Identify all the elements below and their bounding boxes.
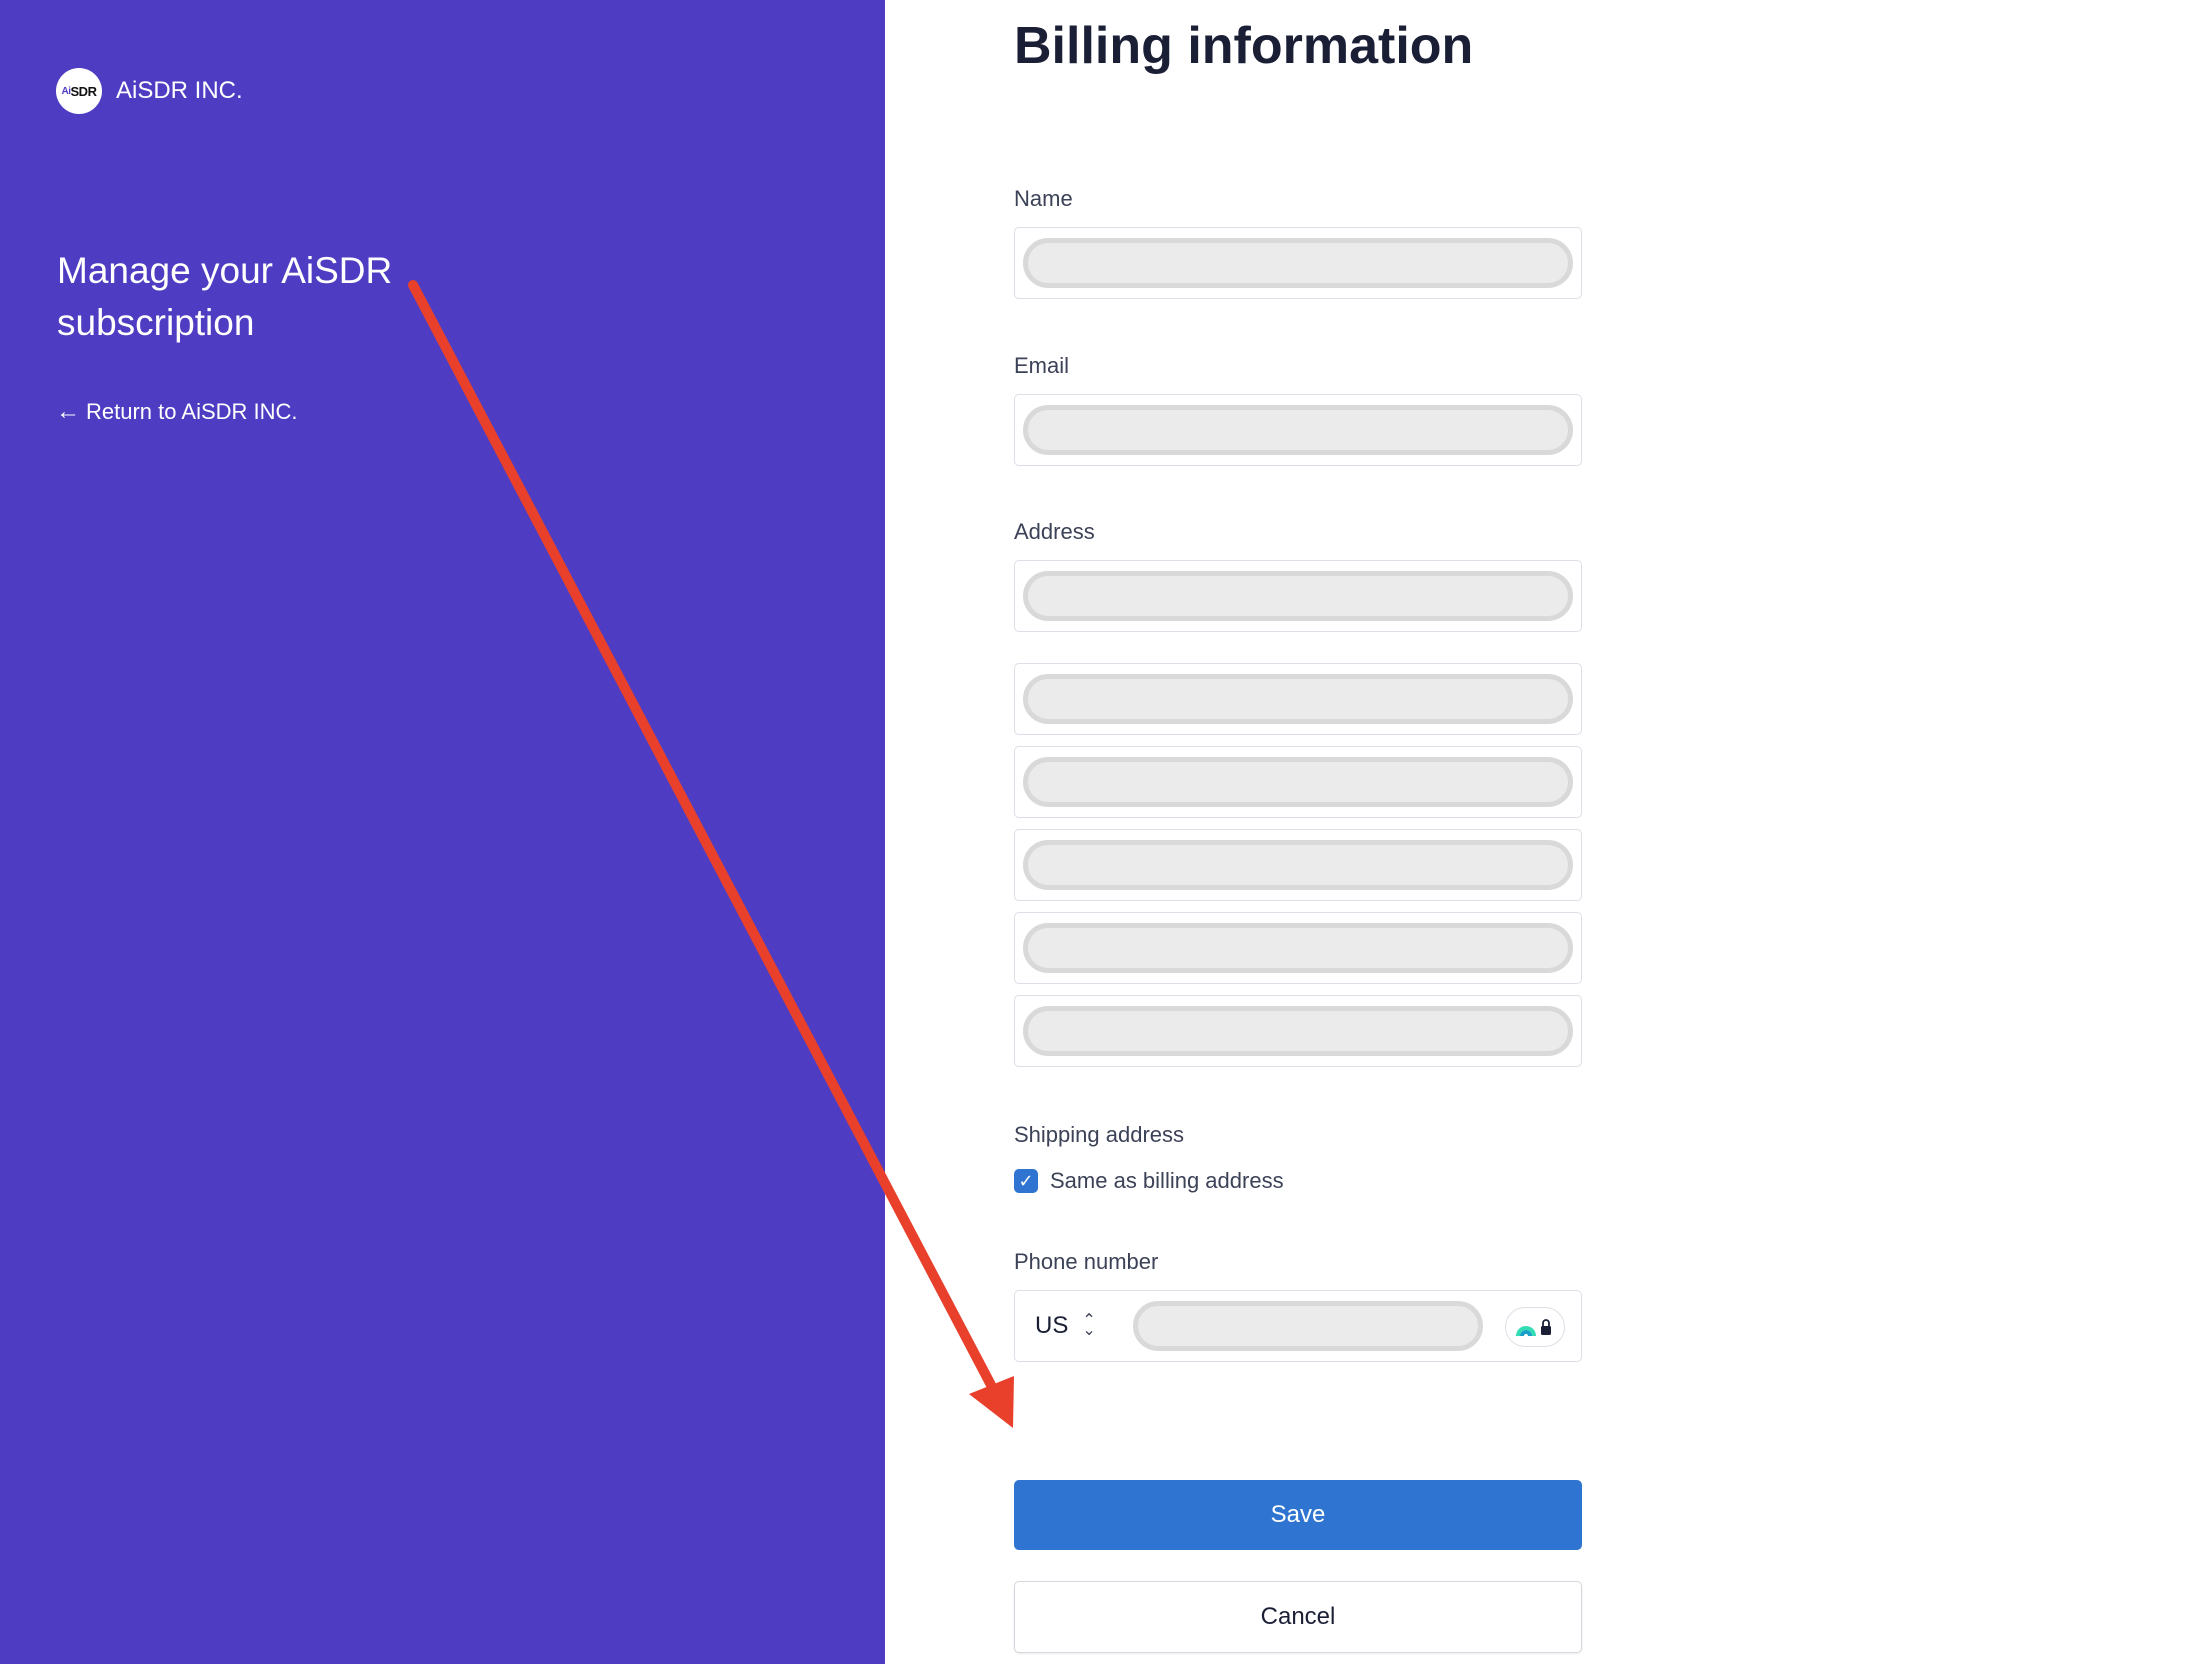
redacted-value (1023, 1006, 1573, 1056)
phone-number-field: US ⌃ ⌄ (1014, 1290, 1582, 1362)
brand: Ai SDR AiSDR INC. (56, 68, 243, 114)
address-postal-code-field[interactable] (1014, 995, 1582, 1067)
save-button[interactable]: Save (1014, 1480, 1582, 1550)
name-field[interactable] (1014, 227, 1582, 299)
arrow-left-icon: ← (56, 398, 80, 425)
redacted-value (1023, 238, 1573, 288)
shipping-address-label: Shipping address (1014, 1122, 1185, 1147)
return-link[interactable]: ← Return to AiSDR INC. (56, 399, 298, 425)
address-line2-field[interactable] (1014, 746, 1582, 818)
redacted-value (1023, 571, 1573, 621)
address-state-field[interactable] (1014, 912, 1582, 984)
brand-logo-ai-text: Ai (61, 85, 72, 97)
sidebar-panel: Ai SDR AiSDR INC. Manage your AiSDR subsc… (0, 0, 885, 1664)
phone-number-input[interactable] (1133, 1301, 1483, 1351)
address-country-field[interactable] (1014, 560, 1582, 632)
brand-name: AiSDR INC. (116, 77, 243, 104)
email-label: Email (1014, 353, 1070, 378)
cancel-button[interactable]: Cancel (1014, 1581, 1582, 1653)
phone-country-value: US (1035, 1312, 1069, 1339)
sidebar-heading: Manage your AiSDR subscription (57, 250, 393, 343)
redacted-value (1023, 757, 1573, 807)
phone-country-select[interactable]: US ⌃ ⌄ (1035, 1291, 1096, 1361)
redacted-value (1023, 923, 1573, 973)
phone-number-label: Phone number (1014, 1249, 1159, 1274)
address-city-field[interactable] (1014, 829, 1582, 901)
same-as-billing-label: Same as billing address (1050, 1168, 1284, 1193)
brand-logo: Ai SDR (56, 68, 102, 114)
checkmark-icon: ✓ (1018, 1170, 1034, 1191)
address-line1-field[interactable] (1014, 663, 1582, 735)
link-autofill-icon (1516, 1319, 1551, 1336)
autofill-lock-badge[interactable] (1505, 1307, 1565, 1347)
brand-logo-sdr-text: SDR (70, 83, 97, 99)
email-field[interactable] (1014, 394, 1582, 466)
return-link-label: Return to AiSDR INC. (86, 399, 298, 424)
name-label: Name (1014, 186, 1073, 211)
page-title: Billing information (1014, 17, 1474, 75)
redacted-value (1023, 674, 1573, 724)
redacted-value (1023, 405, 1573, 455)
address-label: Address (1014, 519, 1095, 544)
redacted-value (1023, 840, 1573, 890)
same-as-billing-checkbox[interactable]: ✓ (1014, 1169, 1038, 1193)
chevron-updown-icon: ⌃ ⌄ (1082, 1312, 1096, 1339)
same-as-billing-checkbox-row[interactable]: ✓ Same as billing address (1014, 1168, 1284, 1194)
